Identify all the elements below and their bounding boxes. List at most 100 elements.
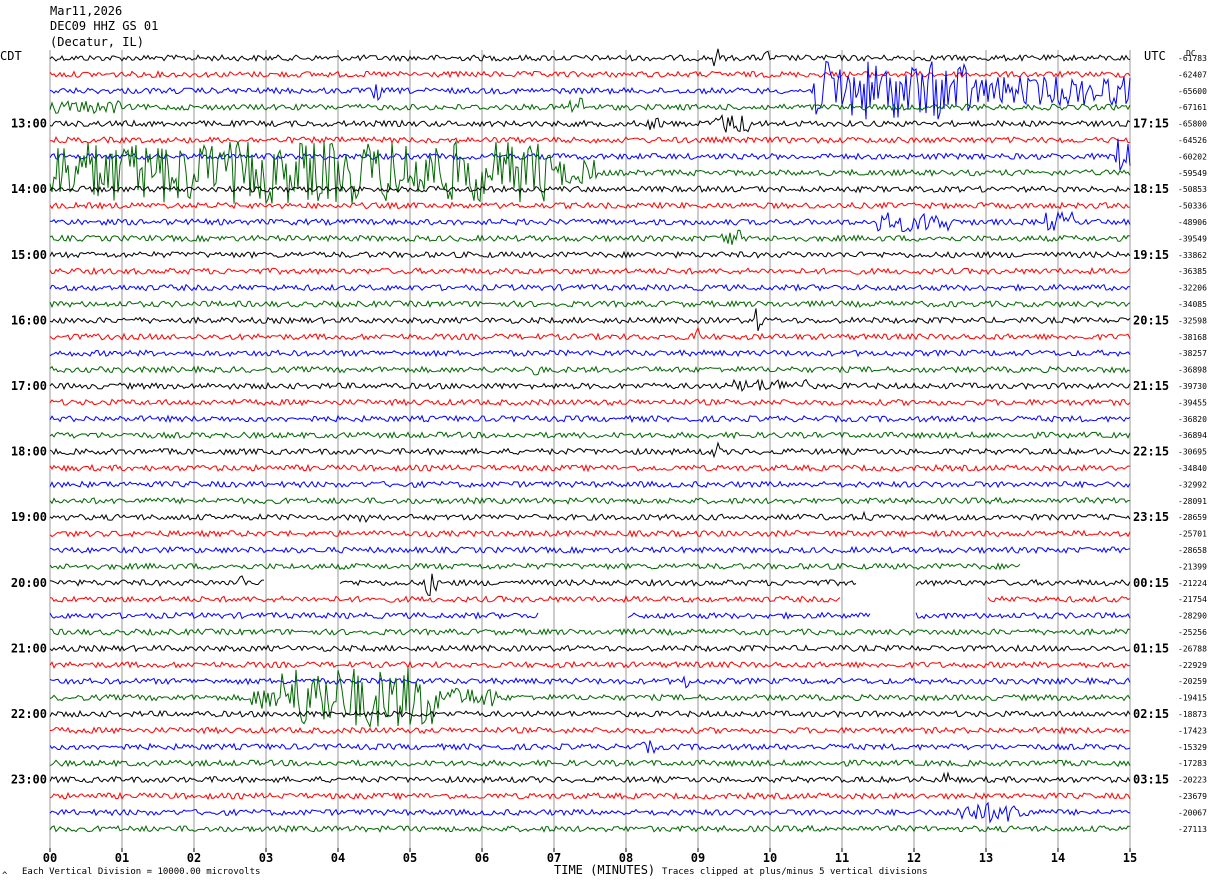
corner-mark: ^ (2, 871, 8, 881)
dc-offset-value: -21399 (1178, 562, 1207, 571)
dc-offset-value: -21754 (1178, 595, 1207, 604)
right-hour-label: 17:15 (1133, 117, 1169, 131)
right-hour-label: 21:15 (1133, 379, 1169, 393)
dc-offset-value: -20067 (1178, 808, 1207, 817)
dc-offset-value: -36820 (1178, 415, 1207, 424)
dc-offset-value: -22929 (1178, 661, 1207, 670)
dc-offset-value: -18873 (1178, 710, 1207, 719)
trace-row (49, 667, 1131, 729)
x-tick-label: 11 (835, 851, 849, 865)
x-tick-label: 09 (691, 851, 705, 865)
dc-offset-value: -34840 (1178, 464, 1207, 473)
x-tick-label: 01 (115, 851, 129, 865)
dc-offset-value: -64526 (1178, 136, 1207, 145)
dc-offset-value: -32598 (1178, 316, 1207, 325)
left-hour-label: 21:00 (11, 641, 47, 655)
trace-row (49, 299, 1131, 309)
trace-row (49, 660, 1131, 670)
dc-offset-value: -32206 (1178, 284, 1207, 293)
dc-offset-value: -19415 (1178, 694, 1207, 703)
dc-offset-value: -62407 (1178, 70, 1207, 79)
dc-offset-value: -34085 (1178, 300, 1207, 309)
trace-row (49, 250, 1131, 260)
trace-row (49, 210, 1131, 233)
trace-row (49, 801, 1131, 824)
left-hour-label: 15:00 (11, 248, 47, 262)
trace-row (49, 726, 1131, 735)
dc-offset-value: -61783 (1178, 54, 1207, 63)
dc-offset-value: -17423 (1178, 726, 1207, 735)
x-tick-label: 05 (403, 851, 417, 865)
dc-offset-value: -33862 (1178, 251, 1207, 260)
dc-offset-value: -32992 (1178, 480, 1207, 489)
dc-offset-value: -26788 (1178, 644, 1207, 653)
left-hour-label: 14:00 (11, 182, 47, 196)
x-axis-title: TIME (MINUTES) (554, 863, 656, 877)
right-hour-label: 22:15 (1133, 445, 1169, 459)
dc-offset-value: -28091 (1178, 497, 1207, 506)
dc-offset-value: -59549 (1178, 169, 1207, 178)
trace-row (49, 184, 1131, 194)
dc-offset-value: -36898 (1178, 366, 1207, 375)
dc-offset-value: -50336 (1178, 202, 1207, 211)
x-tick-label: 06 (475, 851, 489, 865)
trace-row (49, 594, 1131, 604)
x-tick-label: 10 (763, 851, 777, 865)
dc-offset-value: -28659 (1178, 513, 1207, 522)
trace-row (49, 140, 1131, 206)
trace-row (49, 771, 1131, 784)
left-hour-label: 19:00 (11, 510, 47, 524)
trace-row (49, 463, 1131, 473)
left-hour-label: 20:00 (11, 576, 47, 590)
helicorder-plot: 13:00 14:00 15:00 16:00 17:00 18:00 19:00 20:00… (11, 48, 1207, 865)
right-hour-label: 00:15 (1133, 576, 1169, 590)
trace-row (49, 398, 1131, 407)
trace-row (49, 378, 1131, 392)
trace-row (49, 529, 1131, 538)
dc-offset-value: -17283 (1178, 759, 1207, 768)
trace-row (49, 611, 1131, 620)
x-tick-label: 15 (1123, 851, 1137, 865)
dc-offset-value: -39549 (1178, 234, 1207, 243)
right-hour-label: 19:15 (1133, 248, 1169, 262)
scale-note: Each Vertical Division = 10000.00 microv… (22, 867, 261, 877)
trace-row (49, 675, 1131, 689)
x-tick-label: 04 (331, 851, 345, 865)
trace-row (49, 135, 1131, 145)
x-tick-label: 00 (43, 851, 57, 865)
dc-offset-value: -28290 (1178, 612, 1207, 621)
trace-row (49, 48, 1131, 67)
dc-offset-value: -21224 (1178, 579, 1207, 588)
dc-offset-value: -48906 (1178, 218, 1207, 227)
dc-offset-value: -38168 (1178, 333, 1207, 342)
right-hour-label: 01:15 (1133, 641, 1169, 655)
left-hour-label: 23:00 (11, 773, 47, 787)
trace-row (49, 414, 1131, 424)
dc-offset-value: -20259 (1178, 677, 1207, 686)
dc-offset-value: -30695 (1178, 448, 1207, 457)
right-hour-label: 03:15 (1133, 773, 1169, 787)
dc-offset-value: -60202 (1178, 152, 1207, 161)
right-hour-label: 20:15 (1133, 313, 1169, 327)
trace-row (49, 573, 1131, 597)
dc-offset-value: -15329 (1178, 743, 1207, 752)
trace-row (49, 740, 1131, 755)
trace-row (49, 510, 1131, 524)
x-tick-label: 02 (187, 851, 201, 865)
trace-row (49, 545, 1131, 555)
dc-offset-value: -65600 (1178, 87, 1207, 96)
x-tick-label: 12 (907, 851, 921, 865)
dc-offset-value: -25701 (1178, 530, 1207, 539)
dc-offset-value: -38257 (1178, 349, 1207, 358)
trace-row (49, 758, 1131, 768)
right-hour-label: 23:15 (1133, 510, 1169, 524)
dc-offset-value: -50853 (1178, 185, 1207, 194)
right-hour-label: 02:15 (1133, 707, 1169, 721)
dc-offset-value: -27113 (1178, 825, 1207, 834)
dc-offset-value: -36894 (1178, 431, 1207, 440)
left-hour-label: 13:00 (11, 117, 47, 131)
trace-row (49, 283, 1131, 292)
dc-offset-value: -39730 (1178, 382, 1207, 391)
trace-row (49, 349, 1131, 358)
dc-offset-value: -28658 (1178, 546, 1207, 555)
